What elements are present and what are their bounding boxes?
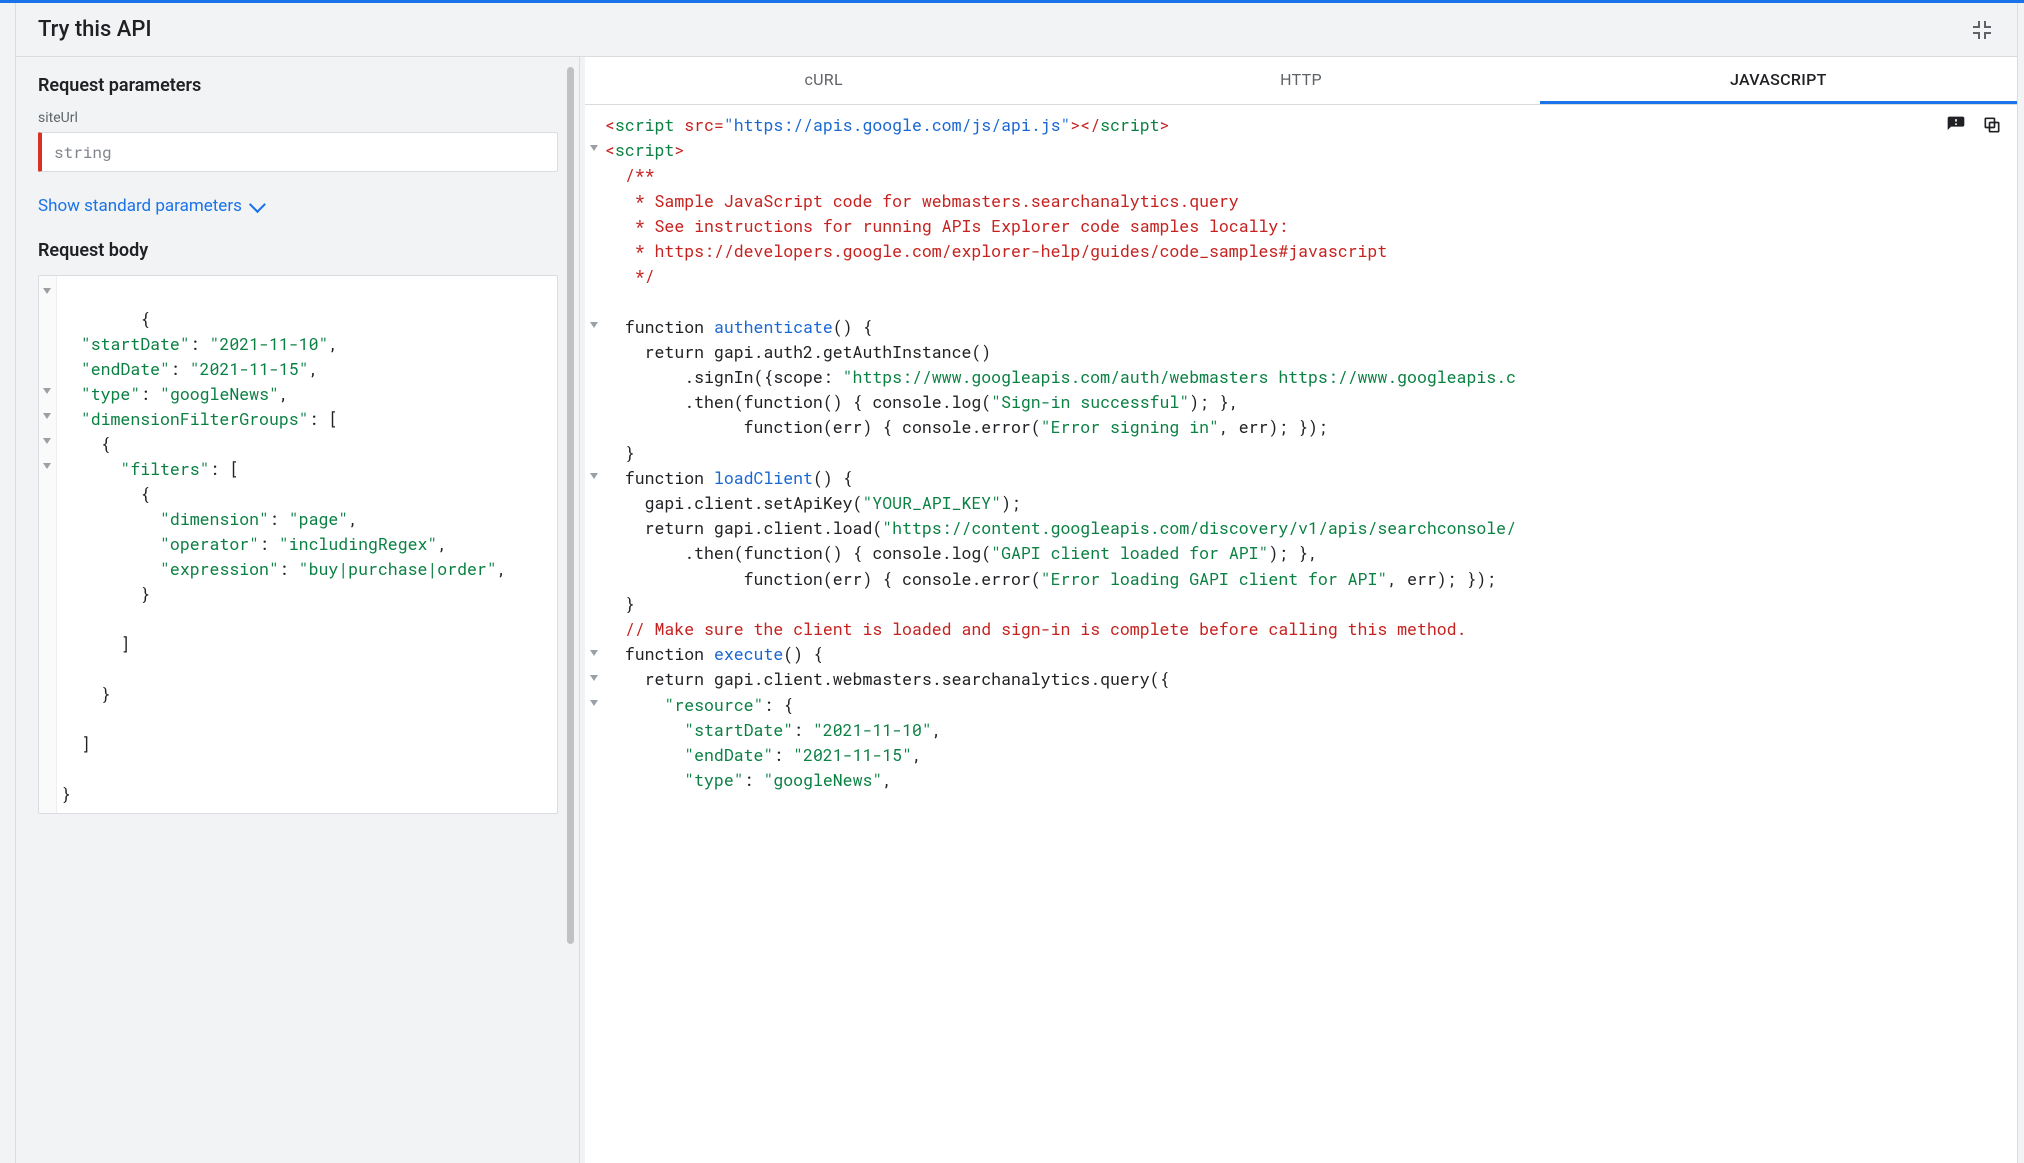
left-scrollbar[interactable] — [567, 67, 574, 1163]
filter-expression-value: "buy|purchase|order" — [299, 559, 497, 580]
code-sample-area: <script src="https://apis.google.com/js/… — [585, 105, 2017, 1163]
try-api-panel: Try this API Request parameters siteUrl … — [15, 3, 2018, 1163]
tab-curl[interactable]: cURL — [585, 57, 1062, 104]
collapse-icon[interactable] — [1971, 19, 1993, 41]
code-gutter — [585, 105, 603, 1163]
panel-content: Request parameters siteUrl Show standard… — [16, 57, 2017, 1163]
left-scrollbar-thumb[interactable] — [567, 67, 574, 944]
request-body-editor[interactable]: { "startDate": "2021-11-10", "endDate": … — [38, 275, 558, 814]
editor-gutter — [39, 276, 57, 813]
panel-header: Try this API — [16, 3, 2017, 57]
code-sample[interactable]: <script src="https://apis.google.com/js/… — [605, 113, 2017, 1163]
code-column: cURL HTTP JAVASCRIPT — [585, 57, 2017, 1163]
code-tabs: cURL HTTP JAVASCRIPT — [585, 57, 2017, 105]
filter-operator-value: "includingRegex" — [279, 534, 437, 555]
request-params-title: Request parameters — [38, 75, 557, 96]
startdate-value: "2021-11-10" — [210, 334, 329, 355]
siteurl-label: siteUrl — [38, 110, 557, 126]
show-standard-parameters-label: Show standard parameters — [38, 196, 242, 216]
type-value: "googleNews" — [160, 384, 279, 405]
siteurl-input[interactable] — [38, 132, 558, 172]
chevron-down-icon — [249, 196, 266, 213]
tab-http[interactable]: HTTP — [1062, 57, 1539, 104]
request-column: Request parameters siteUrl Show standard… — [16, 57, 579, 1163]
filter-dimension-value: "page" — [289, 509, 348, 530]
request-body-title: Request body — [38, 240, 557, 261]
show-standard-parameters-toggle[interactable]: Show standard parameters — [38, 196, 262, 216]
panel-title: Try this API — [38, 17, 152, 42]
tab-javascript[interactable]: JAVASCRIPT — [1540, 57, 2017, 104]
enddate-value: "2021-11-15" — [190, 359, 309, 380]
